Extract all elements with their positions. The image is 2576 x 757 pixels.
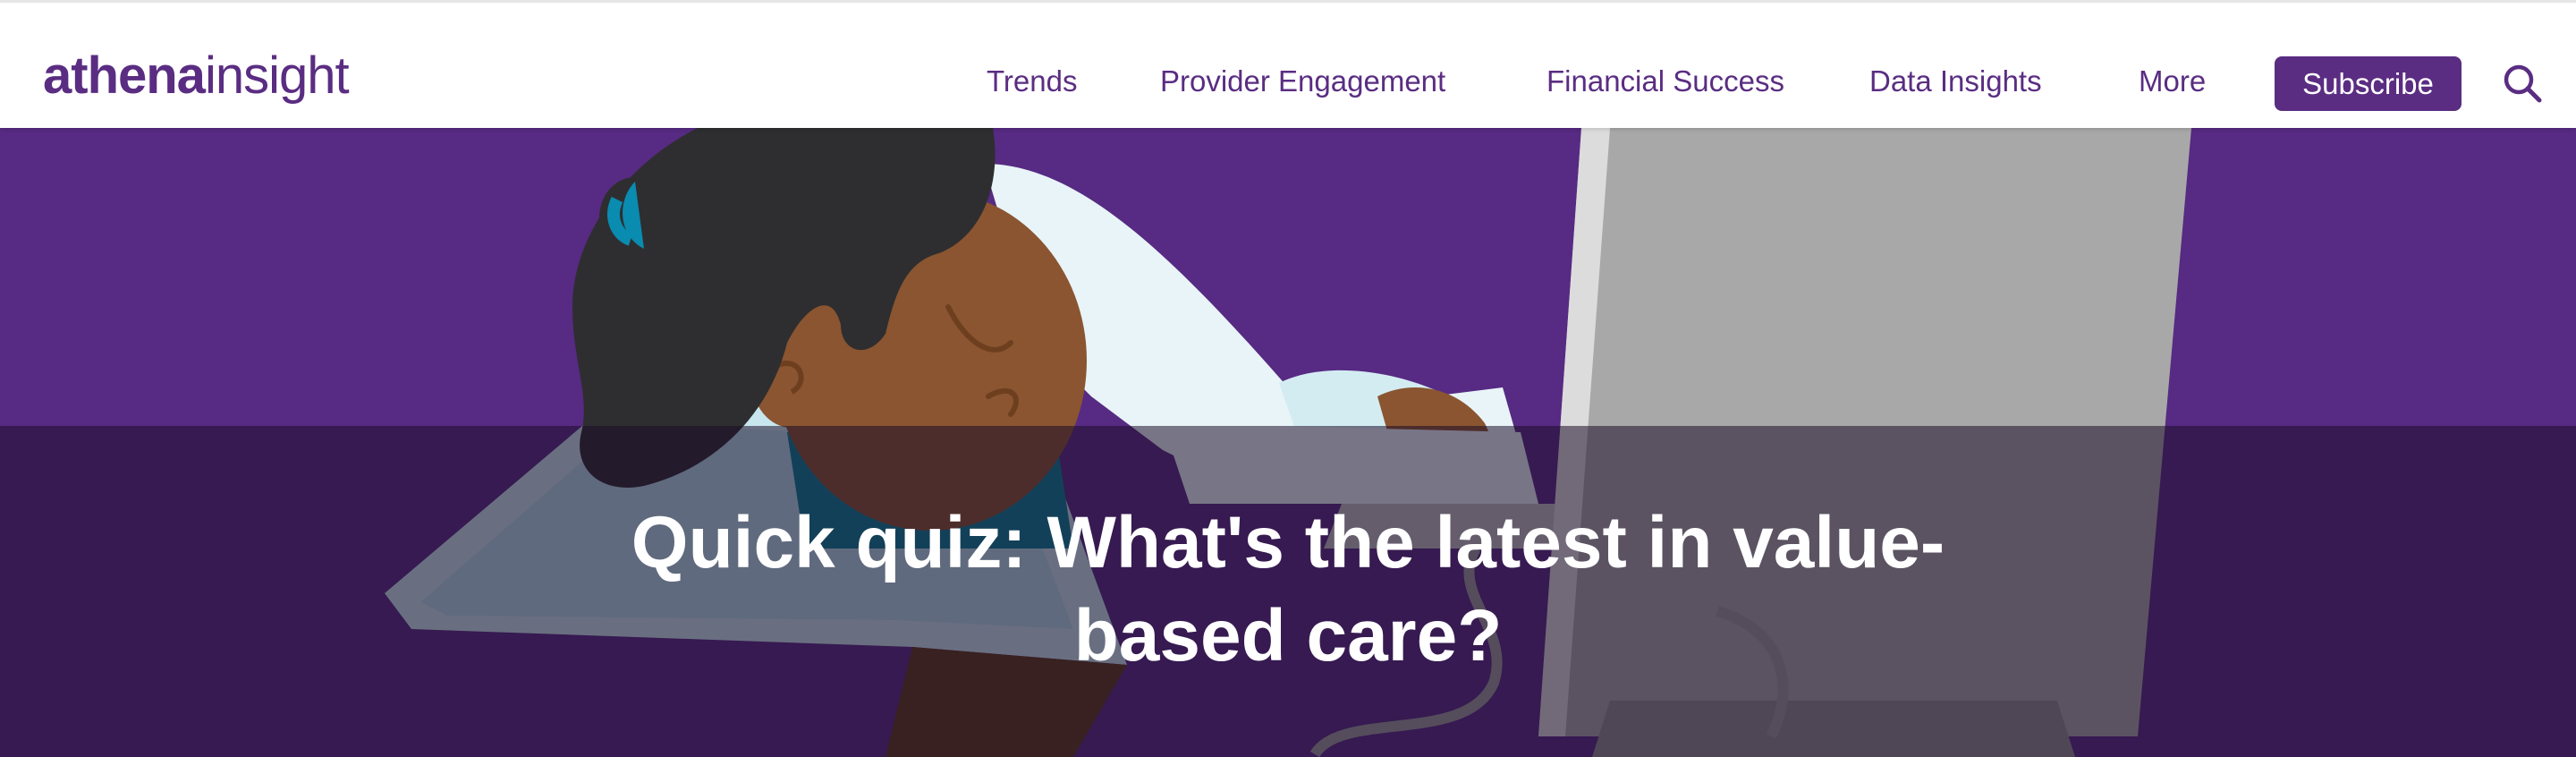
page: athenainsight Trends Provider Engagement…: [0, 0, 2576, 757]
logo-light-text: insight: [204, 47, 350, 105]
hero-title[interactable]: Quick quiz: What's the latest in value-b…: [572, 497, 2004, 683]
logo-bold-text: athena: [43, 47, 206, 105]
nav-item-trends[interactable]: Trends: [987, 64, 1077, 98]
search-icon[interactable]: [2502, 63, 2543, 104]
nav-item-provider-engagement[interactable]: Provider Engagement: [1160, 64, 1445, 98]
nav-item-more[interactable]: More: [2139, 64, 2206, 98]
hero-banner: Quick quiz: What's the latest in value-b…: [0, 128, 2576, 757]
site-header: athenainsight Trends Provider Engagement…: [0, 0, 2576, 128]
site-logo[interactable]: athenainsight: [43, 47, 350, 105]
nav-item-financial-success[interactable]: Financial Success: [1546, 64, 1784, 98]
subscribe-button[interactable]: Subscribe: [2275, 56, 2462, 111]
nav-item-data-insights[interactable]: Data Insights: [1869, 64, 2042, 98]
